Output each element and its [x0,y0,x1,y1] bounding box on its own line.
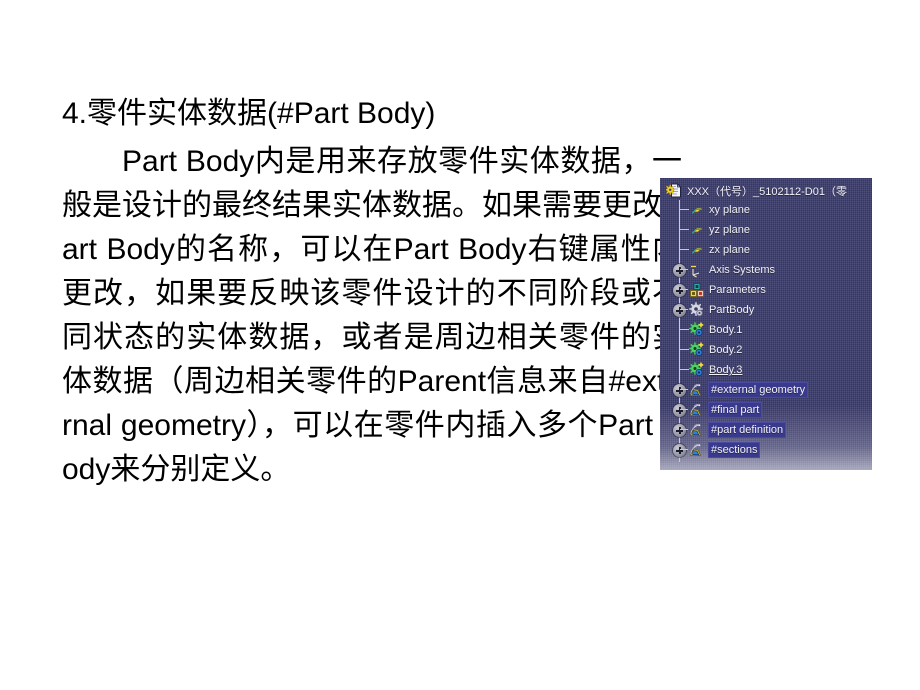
tree-branch-line [680,209,689,210]
body-icon [689,362,705,378]
expand-plus-icon[interactable] [673,284,686,297]
expand-plus-icon[interactable] [673,304,686,317]
catia-specification-tree-panel: XXX（代号）_5102112-D01（零 xy plane yz plane … [660,178,872,470]
tree-node-body-3[interactable]: Body.3 [660,360,872,380]
tree-branch-line [680,229,689,230]
tree-branch-line [680,289,688,290]
plane-icon [689,242,705,258]
body-icon [689,322,705,338]
tree-node-xy-plane[interactable]: xy plane [660,200,872,220]
tree-branch-line [680,429,688,430]
tree-node-body-1[interactable]: Body.1 [660,320,872,340]
tree-node-label: yz plane [709,224,750,236]
tree-node-list: xy plane yz plane zx plane Axis Systems … [660,200,872,460]
page-title: 4.零件实体数据(#Part Body) [62,97,436,130]
expand-plus-icon[interactable] [673,444,686,457]
tree-node-yz-plane[interactable]: yz plane [660,220,872,240]
tree-branch-line [680,449,688,450]
tree-node-label: #part definition [709,423,786,437]
tree-node-label: #sections [709,443,760,457]
tree-node-label: Parameters [709,284,766,296]
tree-branch-line [680,349,689,350]
part-document-icon [665,183,684,199]
tree-node-body-2[interactable]: Body.2 [660,340,872,360]
plane-icon [689,222,705,238]
tree-node-label: #final part [709,403,762,417]
tree-branch-line [680,269,688,270]
partbody-icon [689,302,705,318]
geometrical-set-icon [689,402,705,418]
tree-node-label: Body.2 [709,344,743,356]
tree-branch-line [680,249,689,250]
tree-node-label: xy plane [709,204,750,216]
body-icon [689,342,705,358]
geometrical-set-icon [689,422,705,438]
tree-node-label: zx plane [709,244,750,256]
body-paragraph: Part Body内是用来存放零件实体数据，一般是设计的最终结果实体数据。如果需… [62,145,683,486]
tree-node-label: Body.3 [709,364,743,376]
tree-node-label: Body.1 [709,324,743,336]
tree-node-axis-systems[interactable]: Axis Systems [660,260,872,280]
geometrical-set-icon [689,442,705,458]
tree-root-node[interactable]: XXX（代号）_5102112-D01（零 [665,182,847,200]
tree-node-parameters[interactable]: Parameters [660,280,872,300]
tree-branch-line [680,369,689,370]
tree-node-part-definition[interactable]: #part definition [660,420,872,440]
geometrical-set-icon [689,382,705,398]
expand-plus-icon[interactable] [673,424,686,437]
tree-node-partbody[interactable]: PartBody [660,300,872,320]
tree-node-final-part[interactable]: #final part [660,400,872,420]
tree-branch-line [680,389,688,390]
tree-node-sections[interactable]: #sections [660,440,872,460]
axis-system-icon [689,262,705,278]
tree-branch-line [680,309,688,310]
expand-plus-icon[interactable] [673,404,686,417]
tree-node-zx-plane[interactable]: zx plane [660,240,872,260]
tree-branch-line [680,329,689,330]
tree-node-label: #external geometry [709,383,808,397]
expand-plus-icon[interactable] [673,264,686,277]
plane-icon [689,202,705,218]
tree-branch-line [680,409,688,410]
tree-node-label: Axis Systems [709,264,776,276]
parameters-icon [689,282,705,298]
tree-root-label: XXX（代号）_5102112-D01（零 [687,186,847,198]
expand-plus-icon[interactable] [673,384,686,397]
tree-node-external-geometry[interactable]: #external geometry [660,380,872,400]
tree-node-label: PartBody [709,304,755,316]
